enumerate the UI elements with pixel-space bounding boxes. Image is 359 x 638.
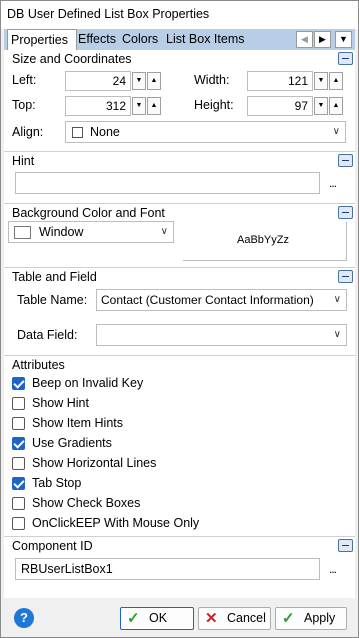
- hint-browse-button[interactable]: ...: [329, 176, 337, 190]
- section-component-title: Component ID: [12, 539, 93, 553]
- collapse-icon[interactable]: [338, 539, 353, 552]
- tab-stop-checkbox[interactable]: [12, 477, 25, 490]
- tab-strip: Properties Effects Colors List Box Items…: [4, 29, 355, 51]
- dialog-window: DB User Defined List Box Properties Prop…: [0, 0, 359, 638]
- section-size-header: Size and Coordinates: [4, 50, 355, 68]
- section-hint-header: Hint: [4, 151, 355, 170]
- section-table-title: Table and Field: [12, 270, 97, 284]
- x-icon: ✕: [205, 610, 218, 627]
- cancel-label: Cancel: [227, 611, 266, 625]
- chevron-down-icon: ∨: [333, 329, 341, 340]
- section-bg-title: Background Color and Font: [12, 206, 165, 220]
- window-title: DB User Defined List Box Properties: [7, 7, 210, 21]
- section-table-header: Table and Field: [4, 267, 355, 286]
- align-dropdown[interactable]: None ∨: [65, 121, 346, 143]
- collapse-icon[interactable]: [338, 206, 353, 219]
- top-increment-icon[interactable]: ▲: [147, 97, 161, 115]
- height-decrement-icon[interactable]: ▼: [314, 97, 328, 115]
- chevron-down-icon: ∨: [332, 126, 340, 137]
- tab-scroll-right-icon[interactable]: ▶: [314, 31, 331, 48]
- tab-effects[interactable]: Effects: [75, 29, 119, 50]
- use-gradients-checkbox[interactable]: [12, 437, 25, 450]
- double-check-icon: ✓: [282, 610, 295, 627]
- cancel-button[interactable]: ✕ Cancel: [198, 607, 271, 630]
- component-id-browse-button[interactable]: ...: [329, 562, 337, 576]
- use-gradients-label: Use Gradients: [32, 436, 112, 450]
- checkmark-icon: ✓: [127, 610, 140, 627]
- table-name-label: Table Name:: [17, 293, 88, 307]
- beep-on-invalid-key-checkbox[interactable]: [12, 377, 25, 390]
- section-bg-header: Background Color and Font: [4, 203, 355, 222]
- width-increment-icon[interactable]: ▲: [329, 72, 343, 90]
- top-input[interactable]: 312: [65, 96, 131, 116]
- background-color-value: Window: [39, 225, 84, 239]
- section-size-title: Size and Coordinates: [12, 52, 132, 66]
- font-preview-box[interactable]: AaBbYyZz: [183, 222, 347, 261]
- height-increment-icon[interactable]: ▲: [329, 97, 343, 115]
- section-component-header: Component ID: [4, 536, 355, 555]
- section-hint-title: Hint: [12, 154, 35, 168]
- table-name-dropdown[interactable]: Contact (Customer Contact Information) ∨: [96, 289, 347, 311]
- section-attributes-title: Attributes: [12, 358, 65, 372]
- ok-label: OK: [149, 611, 168, 625]
- height-input[interactable]: 97: [247, 96, 313, 116]
- table-name-value: Contact (Customer Contact Information): [101, 293, 314, 307]
- left-increment-icon[interactable]: ▲: [147, 72, 161, 90]
- left-decrement-icon[interactable]: ▼: [132, 72, 146, 90]
- ok-button[interactable]: ✓ OK: [120, 607, 194, 630]
- data-field-dropdown[interactable]: ∨: [96, 324, 347, 346]
- chevron-down-icon: ∨: [333, 294, 341, 305]
- width-input[interactable]: 121: [247, 71, 313, 91]
- height-label: Height:: [194, 98, 234, 112]
- width-decrement-icon[interactable]: ▼: [314, 72, 328, 90]
- show-hint-label: Show Hint: [32, 396, 89, 410]
- left-input[interactable]: 24: [65, 71, 131, 91]
- background-color-dropdown[interactable]: Window ∨: [8, 221, 174, 243]
- tab-list-box-items[interactable]: List Box Items: [163, 29, 248, 50]
- show-item-hints-checkbox[interactable]: [12, 417, 25, 430]
- section-attributes-header: Attributes: [4, 355, 355, 374]
- color-swatch-icon: [14, 226, 31, 239]
- show-horizontal-lines-label: Show Horizontal Lines: [32, 456, 157, 470]
- align-label: Align:: [12, 125, 44, 139]
- data-field-label: Data Field:: [17, 328, 78, 342]
- beep-on-invalid-key-label: Beep on Invalid Key: [32, 376, 144, 390]
- help-icon[interactable]: ?: [14, 608, 34, 628]
- top-decrement-icon[interactable]: ▼: [132, 97, 146, 115]
- tab-properties[interactable]: Properties: [7, 29, 77, 51]
- apply-label: Apply: [304, 611, 336, 625]
- hint-input[interactable]: [15, 172, 320, 194]
- collapse-icon[interactable]: [338, 154, 353, 167]
- show-item-hints-label: Show Item Hints: [32, 416, 124, 430]
- component-id-input[interactable]: RBUserListBox1: [15, 558, 320, 580]
- tab-stop-label: Tab Stop: [32, 476, 82, 490]
- apply-button[interactable]: ✓ Apply: [275, 607, 347, 630]
- title-bar: DB User Defined List Box Properties: [1, 1, 358, 29]
- tab-scroll-left-icon[interactable]: ◀: [296, 31, 313, 48]
- width-label: Width:: [194, 73, 230, 87]
- align-none-icon: [72, 127, 83, 138]
- dialog-footer: ? ✓ OK ✕ Cancel ✓ Apply: [1, 599, 358, 637]
- show-check-boxes-label: Show Check Boxes: [32, 496, 141, 510]
- show-horizontal-lines-checkbox[interactable]: [12, 457, 25, 470]
- align-value: None: [90, 125, 120, 139]
- tab-menu-dropdown-icon[interactable]: ▼: [335, 31, 352, 48]
- font-preview-text: AaBbYyZz: [237, 234, 289, 246]
- show-hint-checkbox[interactable]: [12, 397, 25, 410]
- left-label: Left:: [12, 73, 37, 87]
- properties-panel: Size and Coordinates Left: 24 ▼ ▲ Width:…: [4, 50, 355, 598]
- collapse-icon[interactable]: [338, 52, 353, 65]
- onclickeep-mouse-only-checkbox[interactable]: [12, 517, 25, 530]
- show-check-boxes-checkbox[interactable]: [12, 497, 25, 510]
- collapse-icon[interactable]: [338, 270, 353, 283]
- top-label: Top:: [12, 98, 36, 112]
- tab-colors[interactable]: Colors: [119, 29, 161, 50]
- onclickeep-mouse-only-label: OnClickEEP With Mouse Only: [32, 516, 200, 530]
- chevron-down-icon: ∨: [160, 226, 168, 237]
